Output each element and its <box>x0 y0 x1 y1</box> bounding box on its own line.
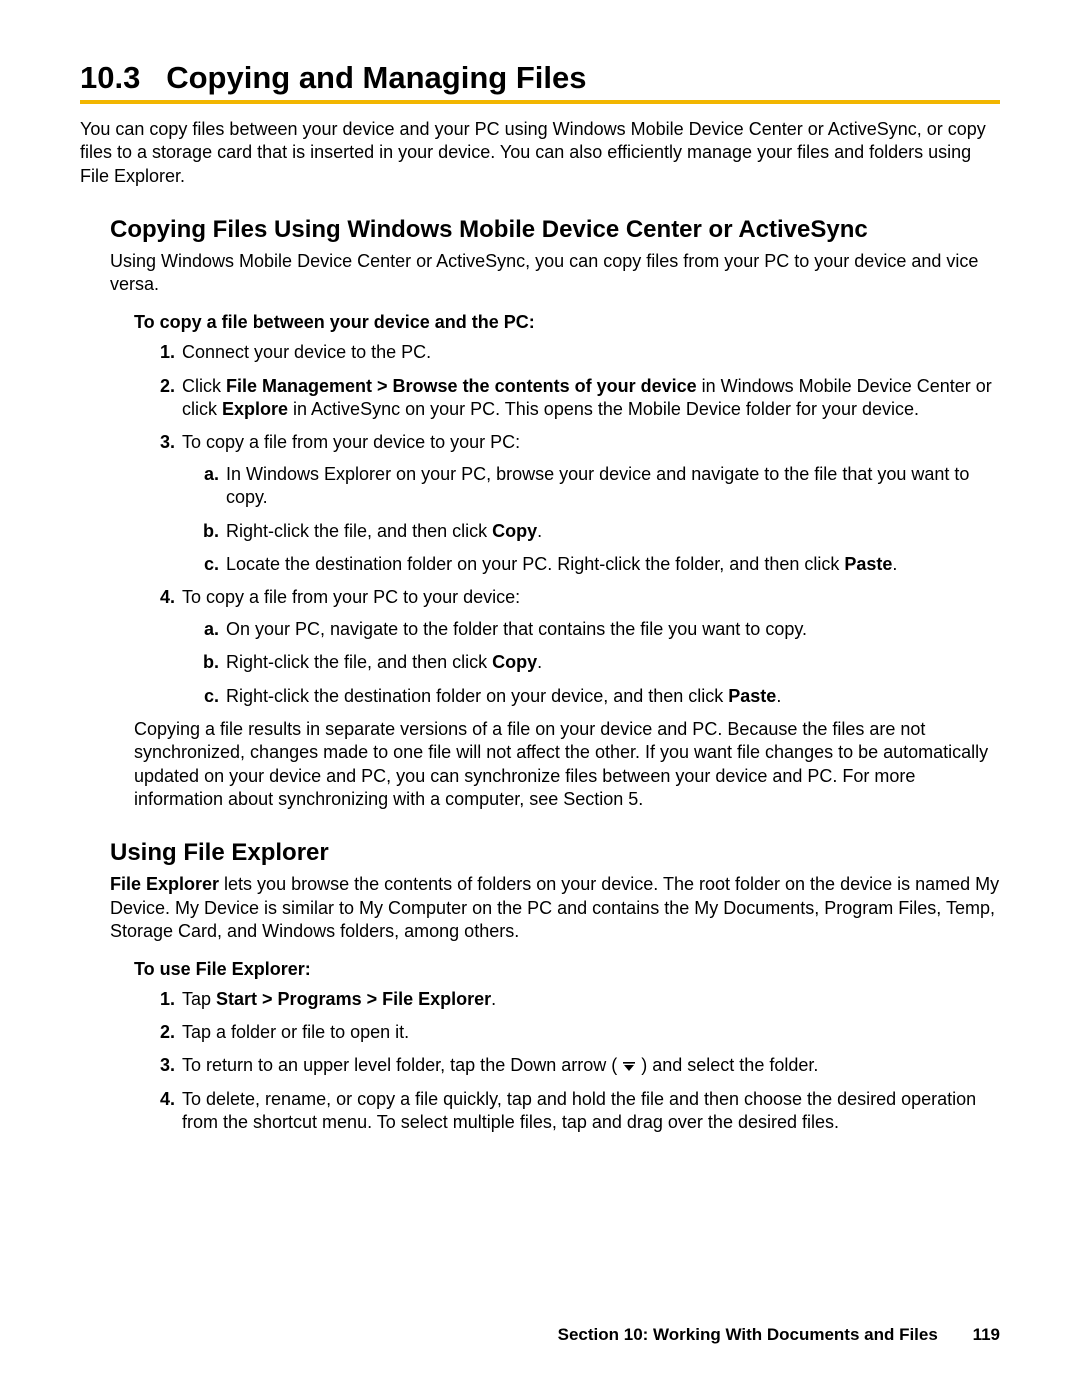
copy-step-3c-bold: Paste <box>844 554 892 574</box>
copy-step-4: To copy a file from your PC to your devi… <box>180 586 1000 708</box>
copy-step-3a: In Windows Explorer on your PC, browse y… <box>224 463 1000 510</box>
copy-step-2-bold1: File Management > Browse the contents of… <box>226 376 697 396</box>
page-footer: Section 10: Working With Documents and F… <box>558 1325 1000 1345</box>
fe-step-1-a: Tap <box>182 989 216 1009</box>
copy-step-2-a: Click <box>182 376 226 396</box>
title-underline <box>80 100 1000 104</box>
copy-step-1-text: Connect your device to the PC. <box>182 342 431 362</box>
copy-step-1: Connect your device to the PC. <box>180 341 1000 364</box>
copy-step-3b: Right-click the file, and then click Cop… <box>224 520 1000 543</box>
copy-step-3c-c: . <box>892 554 897 574</box>
subtitle-copying-files: Copying Files Using Windows Mobile Devic… <box>110 216 1000 244</box>
copy-step-3c-a: Locate the destination folder on your PC… <box>226 554 844 574</box>
copy-step-2-bold2: Explore <box>222 399 288 419</box>
copy-step-4-text: To copy a file from your PC to your devi… <box>182 587 520 607</box>
copy-step-4b-c: . <box>537 652 542 672</box>
sub2-intro-bold: File Explorer <box>110 874 219 894</box>
sub2-intro-rest: lets you browse the contents of folders … <box>110 874 999 940</box>
section-title-text: Copying and Managing Files <box>166 60 586 95</box>
intro-paragraph: You can copy files between your device a… <box>80 118 1000 188</box>
copy-step-4a: On your PC, navigate to the folder that … <box>224 618 1000 641</box>
howto-label-file-explorer: To use File Explorer: <box>134 959 1000 980</box>
copy-step-3-sublist: In Windows Explorer on your PC, browse y… <box>190 463 1000 577</box>
fe-step-2: Tap a folder or file to open it. <box>180 1021 1000 1044</box>
copy-step-4c-c: . <box>776 686 781 706</box>
fe-step-3: To return to an upper level folder, tap … <box>180 1054 1000 1077</box>
howto-label-copy: To copy a file between your device and t… <box>134 312 1000 333</box>
copy-step-4c-bold: Paste <box>728 686 776 706</box>
copy-note: Copying a file results in separate versi… <box>134 718 1000 812</box>
copy-step-4b-bold: Copy <box>492 652 537 672</box>
copy-step-3b-a: Right-click the file, and then click <box>226 521 492 541</box>
fe-step-4: To delete, rename, or copy a file quickl… <box>180 1088 1000 1135</box>
copy-step-3: To copy a file from your device to your … <box>180 431 1000 576</box>
copy-step-4b: Right-click the file, and then click Cop… <box>224 651 1000 674</box>
fe-step-3-b: ) and select the folder. <box>636 1055 818 1075</box>
fe-step-1: Tap Start > Programs > File Explorer. <box>180 988 1000 1011</box>
copy-step-4c-a: Right-click the destination folder on yo… <box>226 686 728 706</box>
footer-section-label: Section 10: Working With Documents and F… <box>558 1325 938 1344</box>
copy-step-4-sublist: On your PC, navigate to the folder that … <box>190 618 1000 708</box>
sub1-intro: Using Windows Mobile Device Center or Ac… <box>110 250 1000 296</box>
file-explorer-steps-list: Tap Start > Programs > File Explorer. Ta… <box>146 988 1000 1135</box>
fe-step-1-c: . <box>491 989 496 1009</box>
footer-page-number: 119 <box>973 1325 1000 1344</box>
copy-step-2-d: in ActiveSync on your PC. This opens the… <box>288 399 919 419</box>
copy-steps-list: Connect your device to the PC. Click Fil… <box>146 341 1000 708</box>
copy-step-3-text: To copy a file from your device to your … <box>182 432 520 452</box>
fe-step-2-text: Tap a folder or file to open it. <box>182 1022 409 1042</box>
fe-step-4-text: To delete, rename, or copy a file quickl… <box>182 1089 976 1132</box>
fe-step-1-bold: Start > Programs > File Explorer <box>216 989 491 1009</box>
page-content: 10.3 Copying and Managing Files You can … <box>80 60 1000 1397</box>
fe-step-3-a: To return to an upper level folder, tap … <box>182 1055 622 1075</box>
section-heading: 10.3 Copying and Managing Files <box>80 60 1000 96</box>
sub2-intro: File Explorer lets you browse the conten… <box>110 873 1000 942</box>
copy-step-4c: Right-click the destination folder on yo… <box>224 685 1000 708</box>
copy-step-3b-c: . <box>537 521 542 541</box>
copy-step-2: Click File Management > Browse the conte… <box>180 375 1000 422</box>
copy-step-3b-bold: Copy <box>492 521 537 541</box>
section-number: 10.3 <box>80 60 140 95</box>
copy-step-4b-a: Right-click the file, and then click <box>226 652 492 672</box>
copy-step-3a-text: In Windows Explorer on your PC, browse y… <box>226 464 969 507</box>
down-arrow-icon <box>622 1062 636 1072</box>
subtitle-file-explorer: Using File Explorer <box>110 839 1000 867</box>
copy-step-3c: Locate the destination folder on your PC… <box>224 553 1000 576</box>
copy-step-4a-text: On your PC, navigate to the folder that … <box>226 619 807 639</box>
